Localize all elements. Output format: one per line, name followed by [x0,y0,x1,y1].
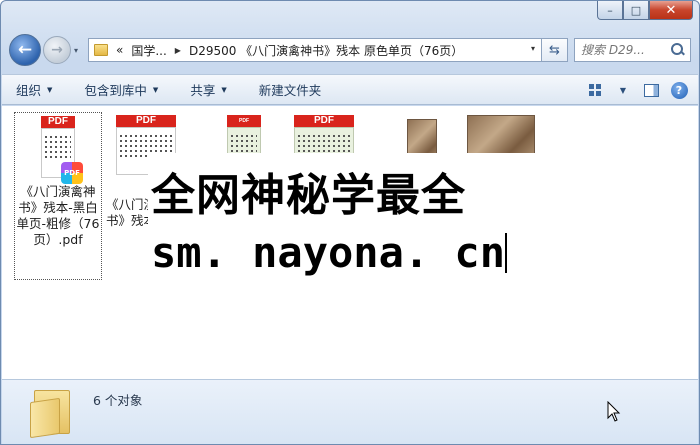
command-bar: 组织 ▼ 包含到库中 ▼ 共享 ▼ 新建文件夹 ▼ ? [2,74,698,105]
file-name: 《八门演禽神书》残本-黑白单页-粗修（76页）.pdf [16,184,100,247]
search-icon[interactable] [671,43,685,57]
forward-button[interactable]: → [43,36,71,64]
include-in-library-button[interactable]: 包含到库中 ▼ [84,80,158,99]
change-view-button[interactable] [584,79,606,101]
address-bar[interactable]: « 国学... ▶ D29500 《八门演禽神书》残本 原色单页（76页） ▾ [88,38,542,62]
chevron-down-icon: ▼ [47,85,53,94]
pdf-thumbnail: PDF PDF [41,116,83,184]
breadcrumb-overflow[interactable]: « [116,43,123,57]
details-pane: 6 个对象 [2,379,698,444]
views-icon [589,84,601,96]
share-button[interactable]: 共享 ▼ [190,80,226,99]
minimize-button[interactable]: – [597,1,623,20]
navigation-bar: ← → ▾ « 国学... ▶ D29500 《八门演禽神书》残本 原色单页（7… [9,31,691,69]
watermark-overlay: 全网神秘学最全 sm. nayona. cn [148,153,555,283]
back-button[interactable]: ← [9,34,41,66]
folder-icon [30,388,76,439]
new-folder-button[interactable]: 新建文件夹 [259,80,322,99]
view-controls: ▼ ? [578,79,690,101]
explorer-window: – □ ✕ ← → ▾ « 国学... ▶ D29500 《八门演禽神书》残本 … [0,0,700,445]
pdf-app-icon: PDF [61,162,83,184]
breadcrumb-separator-icon[interactable]: ▶ [175,46,181,55]
watermark-url: sm. nayona. cn [151,228,508,277]
item-count: 6 个对象 [93,393,143,408]
file-item[interactable]: PDF PDF 《八门演禽神书》残本-黑白单页-粗修（76页）.pdf [14,112,102,280]
breadcrumb-item-guoxue[interactable]: 国学... [131,42,166,59]
search-input[interactable] [581,43,671,57]
maximize-button[interactable]: □ [623,1,649,20]
recent-pages-dropdown[interactable]: ▾ [74,46,84,55]
chevron-down-icon: ▼ [221,85,227,94]
address-dropdown[interactable]: ▾ [531,44,535,53]
preview-pane-icon [643,83,659,97]
window-controls: – □ ✕ [597,1,693,20]
organize-button[interactable]: 组织 ▼ [16,80,52,99]
help-button[interactable]: ? [668,79,690,101]
folder-icon [94,44,108,56]
close-button[interactable]: ✕ [649,1,693,20]
breadcrumb-item-current[interactable]: D29500 《八门演禽神书》残本 原色单页（76页） [189,42,463,59]
chevron-down-icon: ▼ [152,85,159,94]
refresh-button[interactable]: ⇆ [542,38,568,62]
view-options-dropdown[interactable]: ▼ [612,79,634,101]
watermark-title: 全网神秘学最全 [151,170,466,221]
preview-pane-button[interactable] [640,79,662,101]
search-box[interactable] [574,38,691,62]
help-icon: ? [670,81,688,99]
